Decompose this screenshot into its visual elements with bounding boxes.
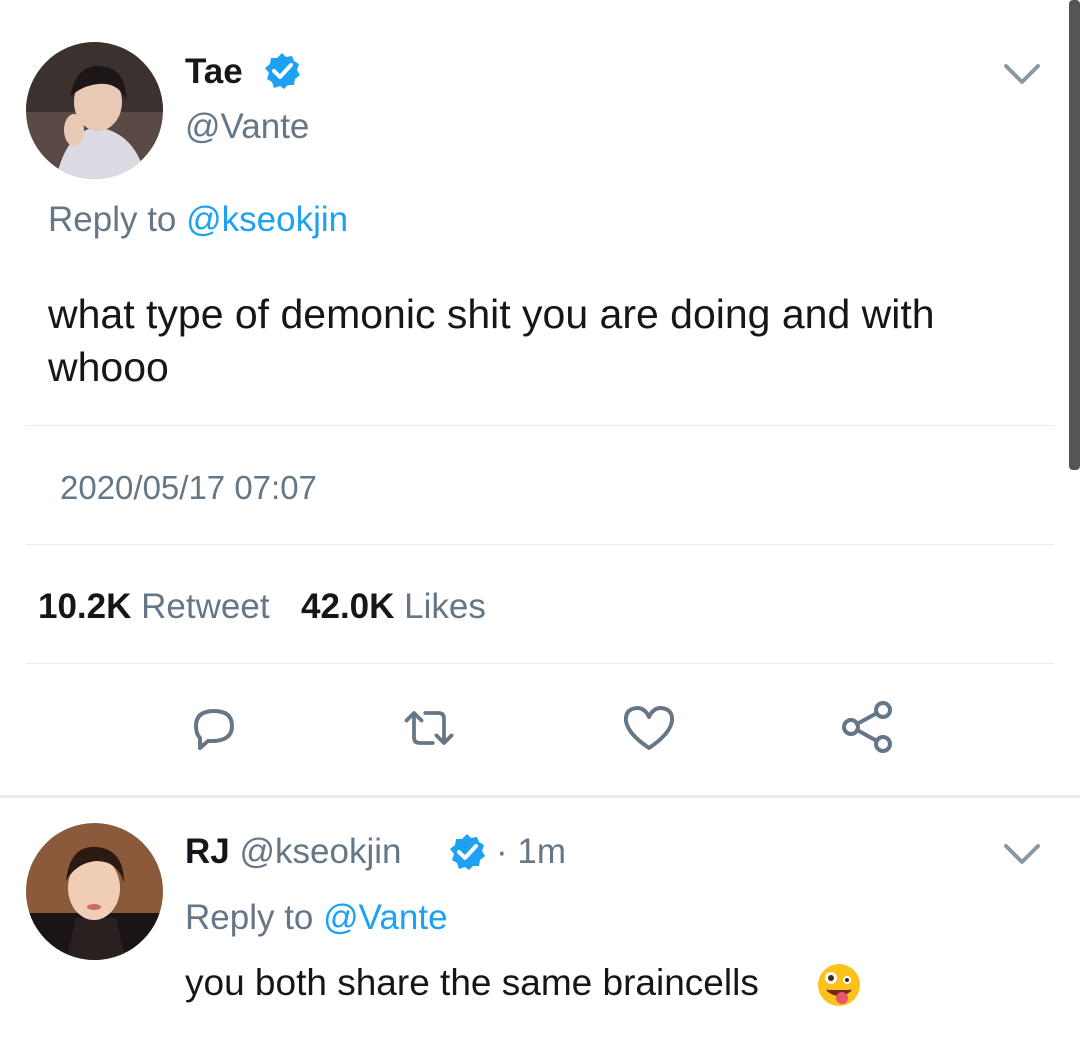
author-handle[interactable]: @Vante — [185, 107, 309, 147]
reply-text: you both share the same braincells — [185, 962, 759, 1003]
scrollbar[interactable] — [1069, 0, 1080, 470]
avatar[interactable] — [26, 823, 163, 960]
reply-reply-to-line: Reply to @Vante — [185, 898, 448, 938]
reply-time[interactable]: · 1m — [496, 832, 566, 872]
verified-badge-icon — [447, 832, 487, 877]
retweet-button[interactable] — [399, 698, 459, 758]
like-button[interactable] — [619, 698, 679, 758]
reply-to-handle[interactable]: @Vante — [323, 898, 447, 937]
divider — [26, 425, 1054, 426]
reply-icon — [194, 709, 234, 750]
chevron-down-icon[interactable] — [1002, 60, 1042, 90]
retweet-count[interactable]: 10.2K — [38, 587, 131, 626]
share-icon — [842, 701, 892, 753]
reply-author-name[interactable]: RJ — [185, 832, 230, 871]
like-count[interactable]: 42.0K — [301, 587, 394, 626]
avatar[interactable] — [26, 42, 163, 179]
verified-badge-icon — [262, 51, 302, 96]
chevron-down-icon[interactable] — [1002, 840, 1042, 870]
reply-to-label: Reply to — [48, 200, 177, 239]
timestamp[interactable]: 2020/05/17 07:07 — [60, 469, 317, 507]
retweet-label[interactable]: Retweet — [141, 587, 269, 626]
stats-row: 10.2K Retweet 42.0K Likes — [38, 587, 486, 627]
like-label[interactable]: Likes — [404, 587, 486, 626]
reply-to-label: Reply to — [185, 898, 314, 937]
reply-author-handle[interactable]: @kseokjin — [239, 832, 401, 871]
share-button[interactable] — [838, 698, 898, 758]
reply-button[interactable] — [184, 698, 244, 758]
zany-face-emoji-icon — [816, 962, 862, 1013]
tweet-text: what type of demonic shit you are doing … — [48, 291, 935, 390]
reply-to-handle[interactable]: @kseokjin — [186, 200, 348, 239]
heart-icon — [623, 706, 675, 750]
reply-to-line: Reply to @kseokjin — [48, 200, 348, 240]
section-separator — [0, 795, 1080, 798]
reply-header: RJ @kseokjin — [185, 832, 401, 872]
retweet-icon — [404, 711, 454, 745]
divider — [26, 663, 1054, 664]
divider — [26, 544, 1054, 545]
author-name[interactable]: Tae — [185, 52, 243, 92]
